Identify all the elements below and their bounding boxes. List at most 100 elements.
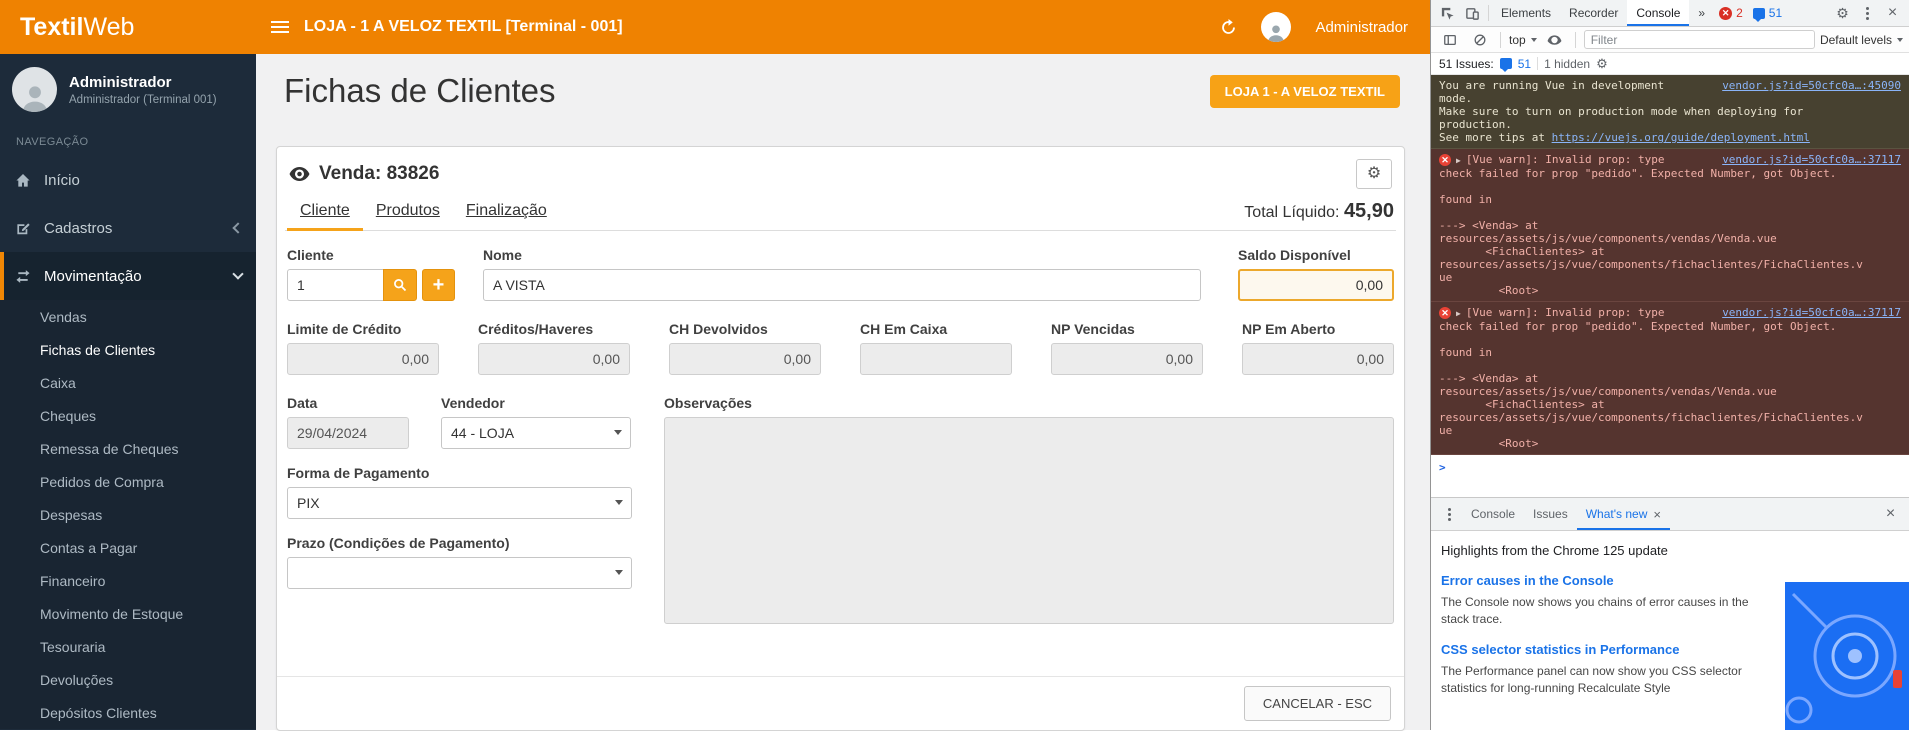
tabs-row: Cliente Produtos Finalização Total Líqui… (285, 193, 1396, 231)
inspect-element-button[interactable] (1435, 0, 1460, 26)
hidden-issues-link[interactable]: 1 hidden (1544, 57, 1590, 71)
close-icon: × (1888, 5, 1897, 21)
sidebar-item-cadastros[interactable]: Cadastros (0, 204, 256, 252)
clear-console-button[interactable] (1467, 27, 1492, 53)
nome-field-group: Nome (483, 247, 1201, 301)
vendedor-select[interactable]: 44 - LOJA (441, 417, 631, 449)
sidebar-item-pedidos-de-compra[interactable]: Pedidos de Compra (0, 465, 256, 498)
cliente-input[interactable] (287, 269, 384, 301)
tab-finalizacao[interactable]: Finalização (453, 193, 560, 230)
sidebar-item-caixa[interactable]: Caixa (0, 366, 256, 399)
article-body: The Console now shows you chains of erro… (1441, 594, 1775, 629)
cliente-field-group: Cliente + (287, 247, 455, 301)
sidebar-item-tesouraria[interactable]: Tesouraria (0, 630, 256, 663)
drawer-tab-whats-new[interactable]: What's new × (1577, 498, 1670, 530)
sidebar-item-inicio[interactable]: Início (0, 156, 256, 204)
devtools-tab-recorder[interactable]: Recorder (1560, 0, 1627, 26)
console-prompt[interactable]: > (1431, 455, 1909, 480)
close-icon: × (1886, 506, 1895, 522)
np-vencidas-field-group: NP Vencidas (1051, 321, 1203, 375)
devtools-close-button[interactable]: × (1880, 0, 1905, 26)
article-title-link[interactable]: CSS selector statistics in Performance (1441, 642, 1775, 657)
sidebar-item-contas-a-pagar[interactable]: Contas a Pagar (0, 531, 256, 564)
issues-bar: 51 Issues: 51 1 hidden ⚙ (1431, 53, 1909, 75)
drawer-menu-button[interactable] (1437, 501, 1462, 527)
devtools-tab-elements[interactable]: Elements (1492, 0, 1560, 26)
console-filter-input[interactable] (1584, 30, 1815, 49)
sidebar-item-depositos-clientes[interactable]: Depósitos Clientes (0, 696, 256, 729)
error-icon: ✕ (1439, 307, 1451, 319)
expand-triangle-icon[interactable]: ▶ (1456, 156, 1461, 165)
source-link[interactable]: vendor.js?id=50cfc0a…:37117 (1722, 153, 1901, 166)
forma-pagamento-label: Forma de Pagamento (287, 465, 632, 481)
sidebar-item-cheques[interactable]: Cheques (0, 399, 256, 432)
context-selector[interactable]: top (1509, 33, 1537, 47)
sidebar-item-remessa-de-cheques[interactable]: Remessa de Cheques (0, 432, 256, 465)
cliente-label: Cliente (287, 247, 455, 263)
prazo-select[interactable] (287, 557, 632, 589)
console-sidebar-button[interactable] (1437, 27, 1462, 53)
card-settings-button[interactable]: ⚙ (1356, 159, 1392, 189)
add-client-button[interactable]: + (422, 269, 455, 301)
ch-devolvidos-label: CH Devolvidos (669, 321, 821, 337)
vendedor-label: Vendedor (441, 395, 631, 411)
eye-icon (289, 167, 310, 181)
device-toolbar-button[interactable] (1460, 0, 1485, 26)
devtools-panel: Elements Recorder Console » ✕ 2 51 ⚙ × t… (1430, 0, 1909, 730)
topbar-username[interactable]: Administrador (1315, 19, 1408, 36)
gear-icon[interactable]: ⚙ (1596, 56, 1608, 72)
live-expression-eye-button[interactable] (1542, 27, 1567, 53)
sidebar-item-despesas[interactable]: Despesas (0, 498, 256, 531)
refresh-icon[interactable] (1220, 19, 1237, 36)
observacoes-label: Observações (664, 395, 1394, 411)
drawer-tab-console[interactable]: Console (1462, 498, 1524, 530)
limite-field-group: Limite de Crédito (287, 321, 439, 375)
hamburger-icon[interactable] (256, 0, 304, 54)
sidebar-item-vendas[interactable]: Vendas (0, 300, 256, 333)
devtools-tabbar: Elements Recorder Console » ✕ 2 51 ⚙ × (1431, 0, 1909, 27)
sidebar-item-fichas-de-clientes[interactable]: Fichas de Clientes (0, 333, 256, 366)
sidebar-item-label: Movimentação (44, 268, 142, 285)
np-vencidas-label: NP Vencidas (1051, 321, 1203, 337)
user-avatar[interactable] (1261, 12, 1291, 42)
devtools-tab-console[interactable]: Console (1627, 0, 1689, 26)
devtools-settings-button[interactable]: ⚙ (1830, 0, 1855, 26)
issues-badge[interactable]: 51 (1748, 6, 1787, 20)
chevron-down-icon (1897, 38, 1903, 42)
more-tabs-button[interactable]: » (1689, 0, 1714, 26)
deployment-guide-link[interactable]: https://vuejs.org/guide/deployment.html (1552, 131, 1810, 144)
error-icon: ✕ (1719, 7, 1732, 20)
expand-triangle-icon[interactable]: ▶ (1456, 309, 1461, 318)
tab-produtos[interactable]: Produtos (363, 193, 453, 230)
saldo-field-group: Saldo Disponível (1238, 247, 1394, 301)
main-content: Fichas de Clientes LOJA 1 - A VELOZ TEXT… (256, 54, 1430, 730)
devtools-menu-button[interactable] (1855, 0, 1880, 26)
log-levels-selector[interactable]: Default levels (1820, 33, 1903, 47)
cancel-button[interactable]: CANCELAR - ESC (1244, 686, 1391, 721)
error-badge[interactable]: ✕ 2 (1714, 6, 1748, 20)
sidebar-item-movimentacao[interactable]: Movimentação (0, 252, 256, 300)
inspect-icon (1440, 6, 1455, 21)
issues-count-label: 51 Issues: (1439, 57, 1494, 71)
chevron-down-icon (232, 268, 243, 279)
venda-card: Venda: 83826 ⚙ Cliente Produtos Finaliza… (276, 146, 1405, 731)
drawer-tab-issues[interactable]: Issues (1524, 498, 1577, 530)
source-link[interactable]: vendor.js?id=50cfc0a…:37117 (1722, 306, 1901, 319)
source-link[interactable]: vendor.js?id=50cfc0a…:45090 (1722, 79, 1901, 92)
forma-pagamento-select[interactable]: PIX (287, 487, 632, 519)
nome-input[interactable] (483, 269, 1201, 301)
forma-pagamento-field-group: Forma de Pagamento PIX (287, 465, 632, 519)
close-tab-icon[interactable]: × (1653, 508, 1661, 521)
textilweb-logo[interactable]: TextilWeb (0, 0, 256, 54)
sidebar-item-movimento-de-estoque[interactable]: Movimento de Estoque (0, 597, 256, 630)
store-button[interactable]: LOJA 1 - A VELOZ TEXTIL (1210, 75, 1400, 108)
article-title-link[interactable]: Error causes in the Console (1441, 573, 1775, 588)
tab-cliente[interactable]: Cliente (287, 193, 363, 230)
sidebar-item-financeiro[interactable]: Financeiro (0, 564, 256, 597)
sidebar-item-devolucoes[interactable]: Devoluções (0, 663, 256, 696)
data-input (287, 417, 409, 449)
search-client-button[interactable] (383, 269, 417, 301)
drawer-close-button[interactable]: × (1878, 501, 1903, 527)
gear-icon: ⚙ (1367, 165, 1381, 182)
console-warning-row: vendor.js?id=50cfc0a…:45090 You are runn… (1431, 75, 1909, 149)
